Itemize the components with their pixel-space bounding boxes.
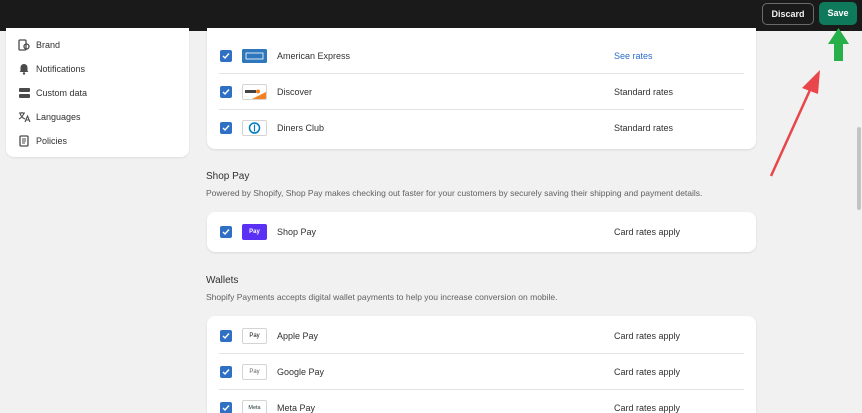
shop-pay-section-description: Powered by Shopify, Shop Pay makes check… bbox=[206, 188, 703, 198]
payment-row-google-pay: Pay Google Pay Card rates apply bbox=[207, 354, 756, 390]
payment-method-name: Google Pay bbox=[277, 367, 325, 377]
american-express-checkbox[interactable] bbox=[220, 50, 232, 62]
logo-text: Pay bbox=[249, 229, 260, 235]
sidebar-item-label: Custom data bbox=[36, 88, 88, 98]
shop-pay-section-title: Shop Pay bbox=[206, 171, 250, 182]
sidebar-item-label: Brand bbox=[36, 40, 61, 50]
sidebar-item-languages[interactable]: Languages bbox=[16, 109, 181, 125]
wallets-section-title: Wallets bbox=[206, 275, 239, 286]
wallets-card: Pay Apple Pay Card rates apply Pay Googl… bbox=[207, 316, 756, 413]
payment-rate-text: Standard rates bbox=[614, 87, 674, 97]
bell-icon bbox=[16, 62, 32, 76]
settings-sidebar: Brand Notifications Custom data Language… bbox=[6, 28, 189, 157]
credit-cards-card: American Express See rates Discover Stan… bbox=[207, 28, 756, 149]
google-pay-checkbox[interactable] bbox=[220, 366, 232, 378]
payment-row-diners-club: Diners Club Standard rates bbox=[207, 110, 756, 146]
logo-text: Meta bbox=[248, 405, 261, 411]
payment-rate-text: Card rates apply bbox=[614, 403, 681, 413]
payment-method-name: Apple Pay bbox=[277, 331, 319, 341]
discard-button[interactable]: Discard bbox=[762, 3, 814, 25]
logo-text: Pay bbox=[249, 369, 260, 375]
sidebar-item-brand[interactable]: Brand bbox=[16, 37, 181, 53]
shop-pay-logo-icon: Pay bbox=[242, 224, 267, 240]
google-pay-logo-icon: Pay bbox=[242, 364, 267, 380]
payment-row-american-express: American Express See rates bbox=[207, 38, 756, 74]
see-rates-link[interactable]: See rates bbox=[614, 51, 653, 61]
brand-icon bbox=[16, 38, 32, 52]
sidebar-item-label: Languages bbox=[36, 112, 81, 122]
discover-checkbox[interactable] bbox=[220, 86, 232, 98]
sidebar-item-policies[interactable]: Policies bbox=[16, 133, 181, 149]
diners-club-checkbox[interactable] bbox=[220, 122, 232, 134]
diners-club-logo-icon bbox=[242, 120, 267, 136]
page-scrollbar-thumb[interactable] bbox=[857, 127, 861, 210]
discover-logo-icon bbox=[242, 84, 267, 100]
meta-pay-checkbox[interactable] bbox=[220, 402, 232, 413]
save-button[interactable]: Save bbox=[819, 2, 857, 25]
payment-row-discover: Discover Standard rates bbox=[207, 74, 756, 110]
payment-row-meta-pay: Meta Meta Pay Card rates apply bbox=[207, 390, 756, 413]
green-arrow-icon bbox=[828, 28, 849, 61]
payment-rate-text: Card rates apply bbox=[614, 227, 681, 237]
payment-method-name: American Express bbox=[277, 51, 351, 61]
wallets-section-description: Shopify Payments accepts digital wallet … bbox=[206, 292, 558, 302]
shop-pay-checkbox[interactable] bbox=[220, 226, 232, 238]
database-icon bbox=[16, 86, 32, 100]
translate-icon bbox=[16, 110, 32, 124]
payment-method-name: Diners Club bbox=[277, 123, 325, 133]
apple-pay-logo-icon: Pay bbox=[242, 328, 267, 344]
payment-rate-text: Standard rates bbox=[614, 123, 674, 133]
sidebar-item-notifications[interactable]: Notifications bbox=[16, 61, 181, 77]
payment-rate-text: Card rates apply bbox=[614, 331, 681, 341]
document-icon bbox=[16, 134, 32, 148]
apple-pay-checkbox[interactable] bbox=[220, 330, 232, 342]
logo-text: Pay bbox=[249, 333, 260, 339]
page-scrollbar-track[interactable] bbox=[857, 31, 862, 413]
payment-row-apple-pay: Pay Apple Pay Card rates apply bbox=[207, 318, 756, 354]
payment-rate-text: Card rates apply bbox=[614, 367, 681, 377]
payment-method-name: Discover bbox=[277, 87, 313, 97]
sidebar-item-custom-data[interactable]: Custom data bbox=[16, 85, 181, 101]
shop-pay-card: Pay Shop Pay Card rates apply bbox=[207, 212, 756, 252]
payment-method-name: Shop Pay bbox=[277, 227, 317, 237]
red-arrow-icon bbox=[769, 70, 820, 177]
payment-row-shop-pay: Pay Shop Pay Card rates apply bbox=[207, 214, 756, 250]
american-express-logo-icon bbox=[242, 48, 267, 64]
payment-method-name: Meta Pay bbox=[277, 403, 316, 413]
top-bar: Discard Save bbox=[0, 0, 862, 31]
sidebar-item-label: Notifications bbox=[36, 64, 86, 74]
sidebar-item-label: Policies bbox=[36, 136, 68, 146]
meta-pay-logo-icon: Meta bbox=[242, 400, 267, 413]
